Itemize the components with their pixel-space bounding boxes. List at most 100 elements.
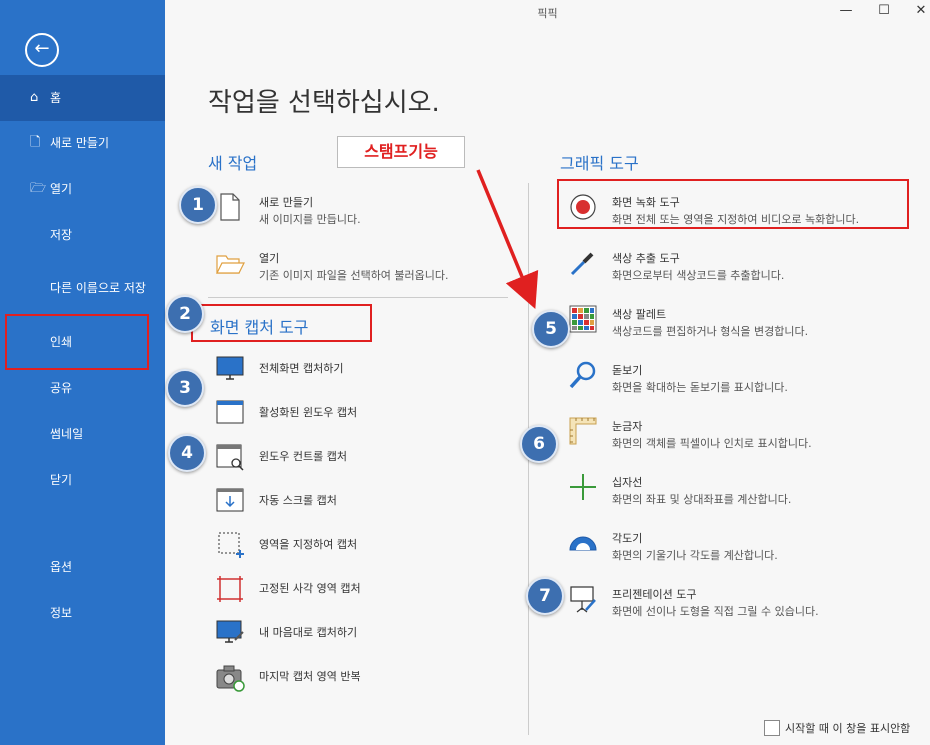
annotation-badge-7: 7	[526, 577, 564, 615]
show-on-startup-checkbox[interactable]	[764, 720, 780, 736]
back-arrow-icon[interactable]: ←	[25, 33, 59, 67]
magnifier-item[interactable]: 돋보기 화면을 확대하는 돋보기를 표시합니다.	[568, 358, 908, 402]
sidebar-item-label: 열기	[50, 182, 73, 196]
item-title: 내 마음대로 캡처하기	[259, 626, 358, 639]
window-icon	[216, 400, 244, 424]
item-title: 자동 스크롤 캡처	[259, 494, 337, 507]
protractor-item[interactable]: 각도기 화면의 기울기나 각도를 계산합니다.	[568, 526, 908, 570]
screen-record-item[interactable]: 화면 녹화 도구 화면 전체 또는 영역을 지정하여 비디오로 녹화합니다.	[568, 190, 908, 234]
item-desc: 색상코드를 편집하거나 형식을 변경합니다.	[612, 325, 809, 338]
capture-active-window-item[interactable]: 활성화된 윈도우 캡처	[215, 398, 515, 438]
item-desc: 기존 이미지 파일을 선택하여 불러옵니다.	[259, 269, 449, 282]
sidebar-item-label: 저장	[50, 228, 73, 242]
item-title: 눈금자	[612, 420, 643, 433]
sidebar-item-open[interactable]: 🗁 열기	[0, 166, 165, 212]
sidebar-item-thumbnail[interactable]: 썸네일	[0, 411, 165, 457]
sidebar-item-label: 정보	[50, 606, 73, 620]
item-title: 색상 팔레트	[612, 308, 667, 321]
capture-window-control-item[interactable]: 윈도우 컨트롤 캡처	[215, 442, 515, 482]
section-divider	[208, 297, 508, 298]
show-on-startup-label: 시작할 때 이 창을 표시안함	[785, 722, 911, 735]
magnifier-icon	[569, 361, 596, 389]
window-title: 픽픽	[537, 7, 558, 20]
sidebar-item-close[interactable]: 닫기	[0, 457, 165, 503]
capture-auto-scroll-item[interactable]: 자동 스크롤 캡처	[215, 486, 515, 526]
open-folder-icon	[216, 255, 245, 274]
annotation-badge-3: 3	[166, 369, 204, 407]
item-title: 활성화된 윈도우 캡처	[259, 406, 358, 419]
camera-repeat-icon	[216, 665, 245, 692]
sidebar-item-new[interactable]: 🗋 새로 만들기	[0, 120, 165, 166]
item-title: 전체화면 캡처하기	[259, 362, 344, 375]
sidebar-item-label: 공유	[50, 381, 73, 395]
sidebar-item-label: 홈	[50, 91, 62, 105]
item-title: 각도기	[612, 532, 643, 545]
monitor-pen-icon	[216, 620, 244, 643]
capture-freehand-item[interactable]: 내 마음대로 캡처하기	[215, 618, 515, 658]
annotation-print-box	[5, 314, 149, 370]
new-image-item[interactable]: 새로 만들기 새 이미지를 만듭니다.	[215, 190, 515, 234]
annotation-badge-1: 1	[179, 186, 217, 224]
capture-fixed-region-item[interactable]: 고정된 사각 영역 캡처	[215, 574, 515, 614]
item-desc: 새 이미지를 만듭니다.	[259, 213, 361, 226]
crosshair-icon	[570, 474, 596, 500]
protractor-icon	[569, 536, 597, 551]
item-title: 색상 추출 도구	[612, 252, 680, 265]
sidebar-item-home[interactable]: ⌂ 홈	[0, 75, 165, 121]
presentation-item[interactable]: 프리젠테이션 도구 화면에 선이나 도형을 직접 그릴 수 있습니다.	[568, 582, 908, 626]
annotation-badge-6: 6	[520, 425, 558, 463]
item-title: 새로 만들기	[259, 196, 314, 209]
minimize-button[interactable]: —	[835, 3, 857, 23]
page-title: 작업을 선택하십시오.	[208, 88, 440, 118]
sidebar-item-save[interactable]: 저장	[0, 212, 165, 258]
scroll-down-icon	[216, 488, 244, 512]
annotation-stamp-label: 스탬프기능	[337, 136, 465, 168]
capture-fullscreen-item[interactable]: 전체화면 캡처하기	[215, 354, 515, 394]
color-picker-item[interactable]: 색상 추출 도구 화면으로부터 색상코드를 추출합니다.	[568, 246, 908, 290]
palette-grid-icon	[569, 305, 597, 333]
capture-repeat-last-item[interactable]: 마지막 캡처 영역 반복	[215, 662, 515, 702]
window-zoom-icon	[216, 444, 244, 471]
item-title: 영역을 지정하여 캡처	[259, 538, 358, 551]
item-desc: 화면의 기울기나 각도를 계산합니다.	[612, 549, 778, 562]
annotation-badge-4: 4	[168, 434, 206, 472]
item-title: 열기	[259, 252, 280, 265]
crosshair-item[interactable]: 십자선 화면의 좌표 및 상대좌표를 계산합니다.	[568, 470, 908, 514]
item-desc: 화면 전체 또는 영역을 지정하여 비디오로 녹화합니다.	[612, 213, 860, 226]
new-task-title: 새 작업	[208, 154, 258, 173]
sidebar-item-label: 옵션	[50, 560, 73, 574]
item-desc: 화면으로부터 색상코드를 추출합니다.	[612, 269, 785, 282]
fixed-rect-icon	[217, 576, 243, 602]
item-title: 고정된 사각 영역 캡처	[259, 582, 361, 595]
annotation-badge-2: 2	[166, 295, 204, 333]
folder-icon: 🗁	[30, 181, 47, 196]
sidebar-item-save-as[interactable]: 다른 이름으로 저장	[0, 265, 165, 311]
item-desc: 화면에 선이나 도형을 직접 그릴 수 있습니다.	[612, 605, 819, 618]
item-title: 돋보기	[612, 364, 643, 377]
item-title: 십자선	[612, 476, 643, 489]
item-title: 화면 녹화 도구	[612, 196, 680, 209]
item-desc: 화면의 객체를 픽셀이나 인치로 표시합니다.	[612, 437, 812, 450]
open-image-item[interactable]: 열기 기존 이미지 파일을 선택하여 불러옵니다.	[215, 246, 515, 290]
eyedropper-icon	[570, 252, 594, 276]
new-file-icon: 🗋	[30, 135, 41, 150]
graphic-tools-title: 그래픽 도구	[560, 154, 639, 173]
close-button[interactable]: ✕	[910, 3, 930, 23]
sidebar-item-options[interactable]: 옵션	[0, 544, 165, 590]
ruler-icon	[569, 417, 597, 445]
item-desc: 화면의 좌표 및 상대좌표를 계산합니다.	[612, 493, 792, 506]
presentation-board-icon	[570, 586, 596, 613]
item-title: 프리젠테이션 도구	[612, 588, 697, 601]
sidebar-item-label: 다른 이름으로 저장	[50, 281, 146, 295]
sidebar: ← ⌂ 홈 🗋 새로 만들기 🗁 열기 저장 다른 이름으로 저장 인쇄 공유 …	[0, 0, 165, 745]
color-palette-item[interactable]: 색상 팔레트 색상코드를 편집하거나 형식을 변경합니다.	[568, 302, 908, 346]
title-bar: 픽픽 — ☐ ✕	[165, 0, 930, 26]
home-icon: ⌂	[30, 90, 39, 105]
ruler-item[interactable]: 눈금자 화면의 객체를 픽셀이나 인치로 표시합니다.	[568, 414, 908, 458]
record-icon	[570, 194, 596, 220]
sidebar-item-info[interactable]: 정보	[0, 590, 165, 636]
maximize-button[interactable]: ☐	[873, 3, 895, 23]
sidebar-item-label: 새로 만들기	[50, 136, 110, 150]
sidebar-item-share[interactable]: 공유	[0, 365, 165, 411]
capture-region-item[interactable]: 영역을 지정하여 캡처	[215, 530, 515, 570]
